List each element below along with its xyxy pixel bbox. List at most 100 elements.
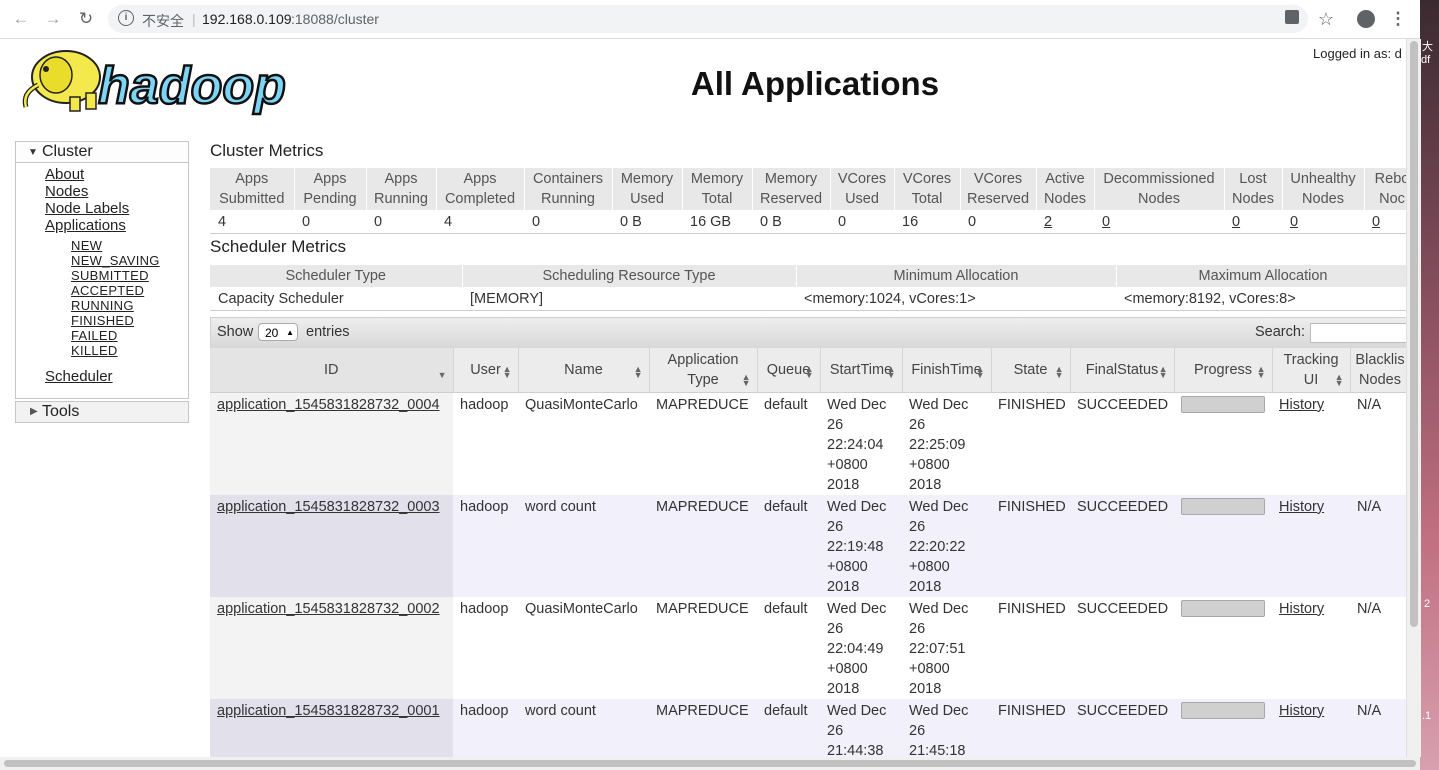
logged-in-label: Logged in as: d bbox=[1313, 46, 1402, 61]
hadoop-logo[interactable]: hadoop bbox=[16, 45, 316, 117]
time-line: 26 bbox=[827, 722, 844, 739]
cluster-metric-value[interactable]: 2 bbox=[1036, 210, 1094, 234]
time-line: 26 bbox=[827, 620, 844, 637]
header-text: Unhealthy bbox=[1290, 171, 1356, 187]
column-header[interactable]: Progress ▲ ▼ bbox=[1174, 348, 1273, 393]
header-text: Containers bbox=[532, 171, 604, 187]
minimum-allocation-value: <memory:1024, vCores:1> bbox=[796, 287, 1116, 311]
column-header[interactable]: Blacklis Nodes bbox=[1350, 348, 1406, 393]
header-text: Nodes bbox=[1302, 191, 1344, 207]
sidebar-link-killed[interactable]: KILLED bbox=[71, 343, 118, 358]
time-line: 21:45:18 bbox=[909, 742, 966, 758]
scroll-thumb[interactable] bbox=[4, 760, 1416, 767]
final-status-cell: SUCCEEDED bbox=[1070, 494, 1174, 597]
history-link[interactable]: History bbox=[1279, 397, 1324, 413]
horizontal-scrollbar[interactable] bbox=[0, 757, 1420, 770]
header-text: Completed bbox=[444, 191, 516, 207]
sort-icon: ▲ ▼ bbox=[886, 363, 896, 380]
cluster-header[interactable]: ▼ Cluster bbox=[16, 142, 188, 163]
app-id-link[interactable]: application_1545831828732_0004 bbox=[217, 397, 440, 413]
header-text: Apps bbox=[313, 171, 347, 187]
column-header[interactable]: User ▲ ▼ bbox=[453, 348, 519, 393]
sidebar-link-new[interactable]: NEW bbox=[71, 238, 102, 253]
translate-icon[interactable] bbox=[1285, 10, 1299, 24]
time-line: 2018 bbox=[827, 578, 860, 595]
app-id-link[interactable]: application_1545831828732_0003 bbox=[217, 499, 440, 515]
sort-icon: ▲ ▼ bbox=[804, 363, 814, 380]
column-header[interactable]: Queue ▲ ▼ bbox=[757, 348, 821, 393]
cluster-metric-header: VCores Total bbox=[894, 168, 961, 210]
sort-icon: ▲ ▼ bbox=[502, 363, 512, 380]
desktop-text: 大 bbox=[1422, 41, 1433, 53]
app-id-link[interactable]: application_1545831828732_0002 bbox=[217, 601, 440, 617]
cluster-metric-header: Containers Running bbox=[524, 168, 613, 210]
type-cell: MAPREDUCE bbox=[649, 392, 757, 495]
cluster-metric-value[interactable]: 0 bbox=[1364, 210, 1406, 234]
queue-cell: default bbox=[757, 494, 820, 597]
column-header[interactable]: FinishTime ▲ ▼ bbox=[902, 348, 992, 393]
history-link[interactable]: History bbox=[1279, 499, 1324, 515]
state-cell: FINISHED bbox=[991, 596, 1070, 699]
vertical-scrollbar[interactable] bbox=[1406, 39, 1421, 757]
sidebar-tools[interactable]: ▶ Tools bbox=[15, 401, 189, 423]
sidebar-link-about[interactable]: About bbox=[45, 166, 84, 183]
column-header[interactable]: ID ▼ bbox=[210, 348, 454, 393]
header-scheduling-resource-type: Scheduling Resource Type bbox=[462, 265, 797, 287]
time-line: 2018 bbox=[909, 476, 942, 493]
time-line: 2018 bbox=[909, 680, 942, 697]
profile-icon[interactable] bbox=[1357, 10, 1375, 28]
sidebar-link-submitted[interactable]: SUBMITTED bbox=[71, 268, 149, 283]
column-header[interactable]: State ▲ ▼ bbox=[991, 348, 1071, 393]
table-controls: Show 20 ▲ entries Search: bbox=[210, 317, 1406, 349]
back-icon[interactable]: ← bbox=[10, 8, 32, 30]
sidebar-link-failed[interactable]: FAILED bbox=[71, 328, 118, 343]
column-header[interactable]: Name ▲ ▼ bbox=[518, 348, 650, 393]
column-header[interactable]: FinalStatus ▲ ▼ bbox=[1070, 348, 1175, 393]
app-id-link[interactable]: application_1545831828732_0001 bbox=[217, 703, 440, 719]
table-row: application_1545831828732_0004 hadoop Quas… bbox=[210, 392, 1406, 495]
sidebar-cluster: ▼ Cluster About Nodes Node Labels Applic… bbox=[15, 141, 189, 399]
search-input[interactable] bbox=[1310, 323, 1406, 343]
sidebar-link-running[interactable]: RUNNING bbox=[71, 298, 134, 313]
cluster-metric-value[interactable]: 0 bbox=[1282, 210, 1364, 234]
header-minimum-allocation: Minimum Allocation bbox=[796, 265, 1117, 287]
cluster-metric-header: Memory Used bbox=[612, 168, 683, 210]
history-link[interactable]: History bbox=[1279, 703, 1324, 719]
time-line: Wed Dec bbox=[909, 600, 969, 617]
column-header[interactable]: Tracking UI ▲ ▼ bbox=[1272, 348, 1351, 393]
sidebar-link-scheduler[interactable]: Scheduler bbox=[45, 368, 113, 385]
info-icon[interactable]: i bbox=[118, 10, 134, 26]
cluster-metrics-table: Apps Submitted Apps Pending Apps Running Apps C… bbox=[210, 168, 1406, 234]
sidebar-link-node-labels[interactable]: Node Labels bbox=[45, 200, 129, 217]
app-id-cell: application_1545831828732_0003 bbox=[210, 494, 453, 597]
scroll-thumb[interactable] bbox=[1410, 41, 1418, 627]
cluster-metric-header: Rebo Noc bbox=[1364, 168, 1406, 210]
time-line: Wed Dec bbox=[827, 600, 887, 617]
history-link[interactable]: History bbox=[1279, 601, 1324, 617]
cluster-metric-value: 0 bbox=[830, 210, 894, 234]
triangle-down-icon: ▼ bbox=[28, 147, 38, 158]
url-host: 192.168.0.109 bbox=[202, 11, 292, 27]
page-size-select[interactable]: 20 ▲ bbox=[258, 323, 298, 341]
header-text: Noc bbox=[1379, 191, 1405, 207]
sidebar-link-accepted[interactable]: ACCEPTED bbox=[71, 283, 144, 298]
reload-icon[interactable]: ↻ bbox=[75, 8, 97, 30]
cluster-metric-value[interactable]: 0 bbox=[1224, 210, 1282, 234]
table-row: application_1545831828732_0003 hadoop word… bbox=[210, 494, 1406, 597]
sidebar-link-new-saving[interactable]: NEW_SAVING bbox=[71, 253, 160, 268]
forward-icon[interactable]: → bbox=[42, 8, 64, 30]
resource-type-value: [MEMORY] bbox=[462, 287, 796, 311]
menu-icon[interactable]: ⋮ bbox=[1387, 8, 1409, 30]
final-status-cell: SUCCEEDED bbox=[1070, 596, 1174, 699]
star-icon[interactable]: ☆ bbox=[1315, 8, 1337, 30]
sidebar-link-finished[interactable]: FINISHED bbox=[71, 313, 134, 328]
column-header[interactable]: StartTime ▲ ▼ bbox=[820, 348, 903, 393]
sidebar-link-nodes[interactable]: Nodes bbox=[45, 183, 88, 200]
column-header[interactable]: Application Type ▲ ▼ bbox=[649, 348, 758, 393]
cluster-metric-value[interactable]: 0 bbox=[1094, 210, 1224, 234]
sidebar-link-applications[interactable]: Applications bbox=[45, 217, 126, 234]
address-bar[interactable]: i 不安全 | 192.168.0.109 :18088/cluster bbox=[108, 5, 1308, 33]
time-line: 22:04:49 bbox=[827, 640, 884, 657]
cluster-metric-header: Memory Reserved bbox=[752, 168, 831, 210]
header-text: Apps bbox=[235, 171, 269, 187]
